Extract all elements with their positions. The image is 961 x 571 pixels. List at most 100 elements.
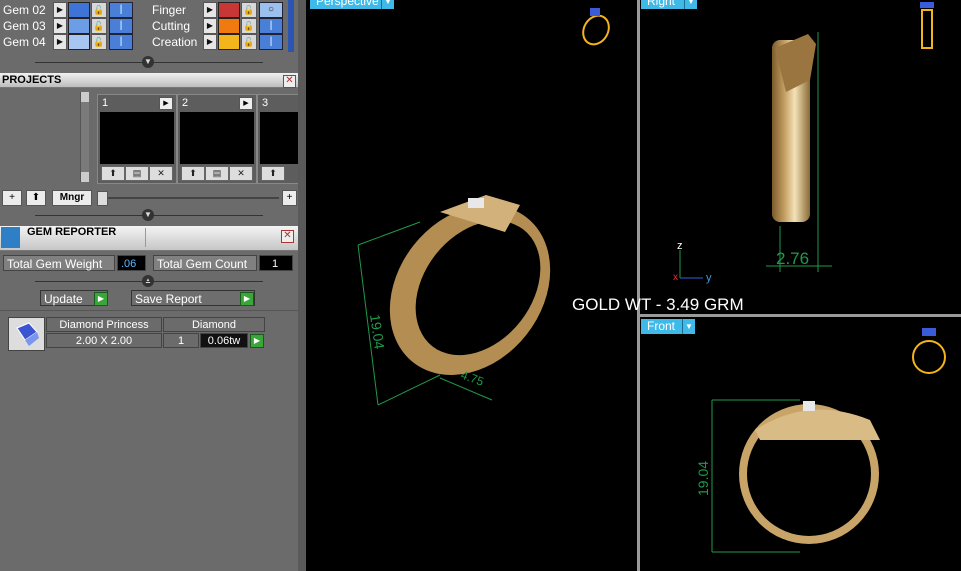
play-icon[interactable]: ▶ bbox=[159, 97, 173, 110]
panel-divider bbox=[35, 281, 263, 282]
slider-handle[interactable] bbox=[97, 191, 108, 206]
layer-name: Gem 03 bbox=[3, 19, 46, 33]
visibility-toggle[interactable]: ○ bbox=[259, 2, 283, 18]
save-report-button[interactable]: Save Report bbox=[131, 290, 255, 306]
lock-icon[interactable]: 🔓 bbox=[91, 18, 107, 34]
gem-reporter-icon bbox=[1, 227, 20, 248]
section-divider bbox=[0, 310, 298, 311]
visibility-toggle[interactable]: | bbox=[259, 18, 283, 34]
upload-icon[interactable]: ⬆ bbox=[261, 166, 285, 181]
play-icon[interactable]: ▶ bbox=[239, 97, 253, 110]
visibility-toggle[interactable]: | bbox=[109, 2, 133, 18]
diamond-princess-icon[interactable] bbox=[8, 317, 45, 351]
project-card[interactable]: 1 ▶ ⬆ ▤ ✕ bbox=[97, 94, 177, 184]
layer-color-swatch[interactable] bbox=[218, 2, 240, 18]
visibility-toggle[interactable]: | bbox=[109, 34, 133, 50]
header-spacer bbox=[145, 228, 276, 247]
gem-count-cell: 1 bbox=[163, 333, 199, 348]
lock-icon[interactable]: 🔓 bbox=[91, 2, 107, 18]
front-diameter-dimension: 19.04 bbox=[695, 461, 711, 496]
layer-color-swatch[interactable] bbox=[68, 18, 90, 34]
axis-triad bbox=[679, 250, 703, 279]
close-icon[interactable]: ✕ bbox=[281, 230, 294, 243]
projects-scrollbar[interactable] bbox=[80, 92, 89, 182]
play-icon[interactable]: ▶ bbox=[94, 292, 108, 306]
layer-color-swatch[interactable] bbox=[68, 2, 90, 18]
scroll-up-icon[interactable] bbox=[81, 92, 89, 102]
layer-name: Finger bbox=[152, 3, 187, 17]
lock-icon[interactable]: 🔓 bbox=[241, 34, 257, 50]
viewport-canvas[interactable]: 19.04 4.75 2.76 z x y 19.04 bbox=[306, 0, 961, 571]
play-icon[interactable]: ▶ bbox=[53, 34, 67, 50]
layer-name: Gem 02 bbox=[3, 3, 46, 17]
add-project-button[interactable]: + bbox=[2, 190, 22, 206]
front-view-ring bbox=[739, 401, 880, 544]
zoom-in-button[interactable]: + bbox=[282, 190, 297, 206]
layer-scrollbar[interactable] bbox=[288, 0, 294, 52]
right-width-dimension: 2.76 bbox=[776, 249, 809, 268]
save-icon[interactable]: ▤ bbox=[205, 166, 229, 181]
project-card[interactable]: 3 ⬆ bbox=[257, 94, 298, 184]
perspective-ring-icon bbox=[582, 8, 610, 46]
upload-icon[interactable]: ⬆ bbox=[181, 166, 205, 181]
upload-icon[interactable]: ⬆ bbox=[101, 166, 125, 181]
update-label: Update bbox=[44, 292, 83, 306]
total-gem-count-value: 1 bbox=[259, 255, 293, 271]
scroll-down-icon[interactable] bbox=[81, 172, 89, 182]
close-icon[interactable]: ✕ bbox=[283, 75, 296, 88]
project-number: 2 bbox=[182, 97, 189, 109]
play-icon[interactable]: ▶ bbox=[240, 292, 254, 306]
layer-row-gem-03[interactable]: Gem 03 ▶ 🔓 | bbox=[0, 18, 140, 34]
play-icon[interactable]: ▶ bbox=[203, 34, 217, 50]
play-icon[interactable]: ▶ bbox=[53, 2, 67, 18]
layer-row-cutting[interactable]: Cutting ▶ 🔓 | bbox=[150, 18, 290, 34]
zoom-slider[interactable] bbox=[97, 197, 279, 199]
play-icon[interactable]: ▶ bbox=[250, 334, 264, 348]
up-arrow-button[interactable]: ⬆ bbox=[26, 190, 46, 206]
play-icon[interactable]: ▶ bbox=[203, 2, 217, 18]
right-view-ring bbox=[772, 34, 816, 222]
layer-row-gem-02[interactable]: Gem 02 ▶ 🔓 | bbox=[0, 2, 140, 18]
layer-color-swatch[interactable] bbox=[218, 18, 240, 34]
gem-stone bbox=[468, 198, 484, 208]
play-icon[interactable]: ▶ bbox=[203, 18, 217, 34]
save-report-label: Save Report bbox=[135, 292, 202, 306]
axis-y-label: y bbox=[706, 272, 712, 284]
project-card[interactable]: 2 ▶ ⬆ ▤ ✕ bbox=[177, 94, 257, 184]
layer-row-gem-04[interactable]: Gem 04 ▶ 🔓 | bbox=[0, 34, 140, 50]
project-thumbnail bbox=[180, 112, 254, 164]
left-panel: Gem 02 ▶ 🔓 | Gem 03 ▶ 🔓 | Gem 04 ▶ 🔓 | F… bbox=[0, 0, 298, 571]
layer-name: Cutting bbox=[152, 19, 191, 33]
gem-size-cell: 2.00 X 2.00 bbox=[46, 333, 162, 348]
visibility-toggle[interactable]: | bbox=[109, 18, 133, 34]
delete-icon[interactable]: ✕ bbox=[149, 166, 173, 181]
project-thumbnail bbox=[260, 112, 298, 164]
layer-color-swatch[interactable] bbox=[68, 34, 90, 50]
project-number: 1 bbox=[102, 97, 109, 109]
lock-icon[interactable]: 🔓 bbox=[241, 2, 257, 18]
total-gem-weight-label: Total Gem Weight bbox=[3, 255, 115, 271]
layer-row-creation[interactable]: Creation ▶ 🔓 | bbox=[150, 34, 290, 50]
collapse-icon[interactable]: ▼ bbox=[142, 209, 154, 221]
total-gem-weight-value: .06 bbox=[117, 255, 146, 271]
delete-icon[interactable]: ✕ bbox=[229, 166, 253, 181]
manager-button[interactable]: Mngr bbox=[52, 190, 92, 206]
collapse-icon[interactable]: ▼ bbox=[142, 56, 154, 68]
lock-icon[interactable]: 🔓 bbox=[241, 18, 257, 34]
perspective-width-dimension: 4.75 bbox=[459, 368, 486, 389]
visibility-toggle[interactable]: | bbox=[259, 34, 283, 50]
project-thumbnail bbox=[100, 112, 174, 164]
save-icon[interactable]: ▤ bbox=[125, 166, 149, 181]
axis-z-label: z bbox=[677, 240, 683, 252]
gem-material-header: Diamond bbox=[163, 317, 265, 332]
right-ring-icon bbox=[920, 2, 934, 49]
layer-name: Creation bbox=[152, 35, 198, 49]
lock-icon[interactable]: 🔓 bbox=[91, 34, 107, 50]
play-icon[interactable]: ▶ bbox=[53, 18, 67, 34]
gem-type-header: Diamond Princess bbox=[46, 317, 162, 332]
gem-weight-cell: 0.06tw bbox=[200, 333, 248, 348]
layer-row-finger[interactable]: Finger ▶ 🔓 ○ bbox=[150, 2, 290, 18]
layer-color-swatch[interactable] bbox=[218, 34, 240, 50]
splitter[interactable] bbox=[298, 0, 306, 571]
front-ring-icon bbox=[912, 328, 946, 374]
